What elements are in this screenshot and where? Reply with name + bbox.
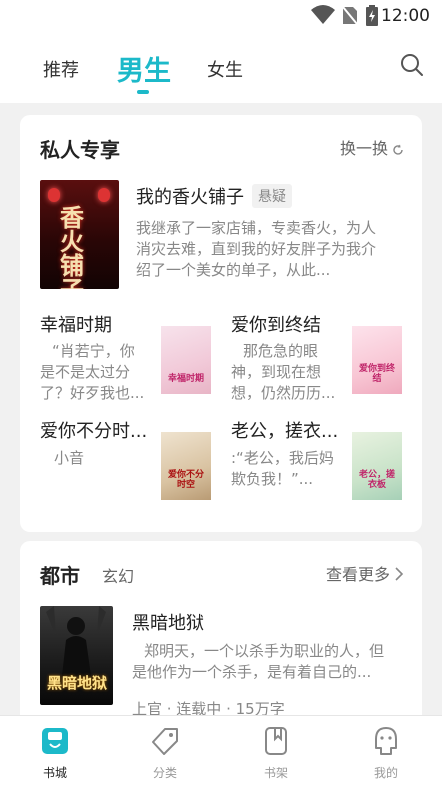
book-title[interactable]: 我的香火铺子 — [136, 183, 244, 209]
private-section-card: 私人专享 换一换 香火铺子 我的香火铺子 悬疑 我继承了一家店铺，专卖香火，为人… — [20, 115, 422, 532]
book-title[interactable]: 爱你到终结 — [231, 311, 321, 337]
book-description: 那危急的眼神，到现在想想，仍然历历... — [231, 342, 336, 402]
bookstore-icon — [42, 728, 68, 754]
battery-icon — [366, 5, 378, 26]
book-title[interactable]: 幸福时期 — [40, 311, 112, 337]
tab-recommend[interactable]: 推荐 — [43, 56, 79, 82]
section-title: 都市 — [40, 564, 80, 588]
tag-icon — [152, 728, 178, 755]
book-title[interactable]: 黑暗地狱 — [132, 609, 204, 635]
book-title[interactable]: 老公，搓衣... — [231, 417, 338, 443]
tab-female[interactable]: 女生 — [207, 56, 243, 82]
cover-title: 幸福时期 — [167, 374, 204, 384]
view-more-button[interactable]: 查看更多 — [326, 561, 404, 585]
lantern-decoration — [48, 188, 60, 202]
cover-figure — [46, 606, 106, 676]
tab-fantasy[interactable]: 玄幻 — [102, 563, 134, 587]
search-icon[interactable] — [400, 53, 424, 77]
nav-bookstore[interactable]: 书城 — [25, 726, 85, 781]
nav-label: 我的 — [373, 766, 398, 780]
nav-profile[interactable]: 我的 — [356, 726, 416, 781]
bookshelf-icon — [265, 727, 287, 755]
cover-title: 黑暗地狱 — [46, 674, 107, 692]
cover-title: 老公，搓衣板 — [358, 470, 395, 490]
cover-title: 爱你到终结 — [358, 364, 395, 384]
sim-icon — [342, 6, 358, 25]
status-bar: 12:00 — [0, 0, 442, 32]
lantern-decoration — [98, 188, 110, 202]
cover-title: 爱你不分时空 — [167, 470, 204, 490]
bottom-navigation: 书城 分类 书架 我的 — [0, 715, 442, 785]
refresh-label: 换一换 — [339, 139, 388, 158]
city-section-card: 都市 玄幻 查看更多 黑暗地狱 黑暗地狱 郑明天，一个以杀手为职业的人，但是他作… — [20, 541, 422, 741]
nav-label: 书城 — [42, 766, 67, 780]
book-cover[interactable]: 香火铺子 — [40, 180, 119, 289]
book-cover[interactable]: 爱你不分时空 — [161, 432, 211, 500]
book-title[interactable]: 爱你不分时... — [40, 417, 147, 443]
profile-icon — [375, 727, 397, 755]
section-title: 私人专享 — [40, 138, 120, 162]
chevron-right-icon — [395, 567, 404, 581]
refresh-icon — [393, 144, 403, 155]
nav-bookshelf[interactable]: 书架 — [246, 726, 306, 781]
genre-tag: 悬疑 — [252, 184, 292, 208]
view-more-label: 查看更多 — [325, 565, 390, 584]
cover-title: 香火铺子 — [60, 203, 84, 290]
nav-label: 分类 — [152, 766, 177, 780]
nav-category[interactable]: 分类 — [135, 726, 195, 781]
book-description: 我继承了一家店铺，专卖香火，为人消灾去难，直到我的好友胖子为我介绍了一个美女的单… — [136, 219, 377, 279]
book-description: :“老公，我后妈欺负我！”... — [231, 449, 334, 488]
active-tab-indicator — [137, 90, 149, 94]
nav-label: 书架 — [263, 766, 288, 780]
top-navigation: 推荐 男生 女生 — [0, 32, 442, 103]
tab-male[interactable]: 男生 — [117, 49, 171, 88]
book-cover[interactable]: 幸福时期 — [161, 326, 211, 394]
book-cover[interactable]: 爱你到终结 — [352, 326, 402, 394]
wifi-icon — [311, 5, 335, 24]
clock-time: 12:00 — [381, 6, 430, 26]
book-cover[interactable]: 老公，搓衣板 — [352, 432, 402, 500]
book-description: “肖若宁，你是不是太过分了？好歹我也... — [40, 342, 145, 402]
book-description: 郑明天，一个以杀手为职业的人，但是他作为一个杀手，是有着自己的... — [132, 642, 385, 681]
refresh-button[interactable]: 换一换 — [340, 135, 404, 159]
book-description: 小音 — [54, 449, 85, 467]
book-cover[interactable]: 黑暗地狱 — [40, 606, 113, 705]
